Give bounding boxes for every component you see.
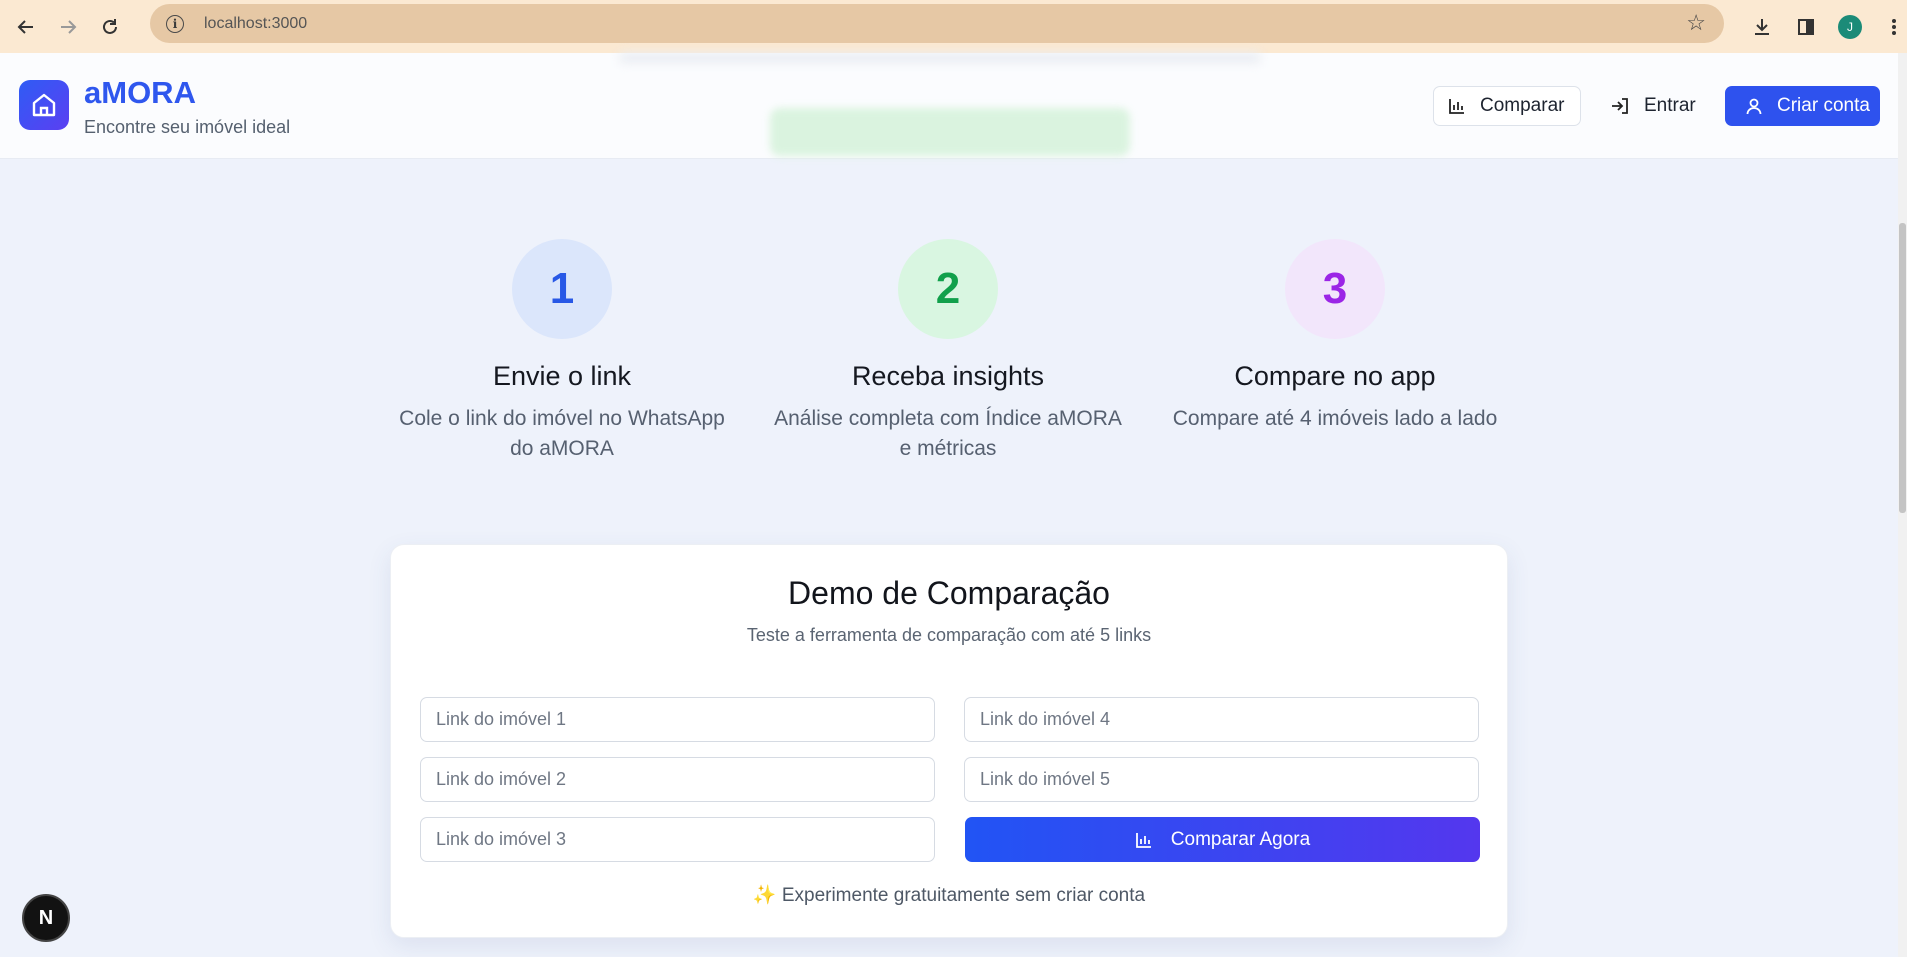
scrollbar-thumb[interactable]: [1899, 223, 1906, 513]
profile-avatar[interactable]: J: [1828, 9, 1872, 45]
step-title: Envie o link: [492, 361, 632, 391]
comparison-demo-card: Demo de Comparação Teste a ferramenta de…: [390, 544, 1508, 938]
bar-chart-icon: [1135, 832, 1151, 848]
signup-button-label: Criar conta: [1777, 95, 1870, 116]
page-scrollbar[interactable]: [1898, 53, 1907, 957]
property-link-input-2[interactable]: [420, 757, 935, 802]
step-description: Análise completa com Índice aMORA e métr…: [774, 407, 1122, 460]
download-icon[interactable]: [1740, 9, 1784, 45]
compare-now-button[interactable]: Comparar Agora: [965, 817, 1480, 862]
forward-arrow-icon[interactable]: [50, 9, 86, 45]
compare-button[interactable]: Comparar: [1433, 86, 1581, 126]
blurred-background-button: [770, 108, 1130, 156]
step-1: 1 Envie o link Cole o link do imóvel no …: [372, 239, 752, 464]
demo-title: Demo de Comparação: [788, 575, 1110, 611]
signup-button[interactable]: Criar conta: [1725, 86, 1880, 126]
brand-name[interactable]: aMORA: [84, 75, 196, 111]
browser-toolbar: i localhost:3000 ☆ J: [0, 0, 1907, 53]
step-number-badge: 2: [898, 239, 998, 339]
step-2: 2 Receba insights Análise completa com Í…: [758, 239, 1138, 464]
demo-subtitle: Teste a ferramenta de comparação com até…: [746, 625, 1152, 645]
url-text: localhost:3000: [204, 14, 308, 32]
home-logo-icon[interactable]: [19, 80, 69, 130]
bar-chart-icon: [1449, 99, 1464, 114]
site-info-icon[interactable]: i: [166, 14, 184, 33]
property-link-input-3[interactable]: [420, 817, 935, 862]
step-3: 3 Compare no app Compare até 4 imóveis l…: [1145, 239, 1525, 434]
address-bar[interactable]: i localhost:3000 ☆: [150, 4, 1724, 43]
property-link-input-5[interactable]: [964, 757, 1479, 802]
side-panel-icon[interactable]: [1784, 9, 1828, 45]
app-header: aMORA Encontre seu imóvel ideal Comparar…: [0, 53, 1898, 159]
property-link-input-1[interactable]: [420, 697, 935, 742]
login-button[interactable]: Entrar: [1610, 86, 1710, 126]
free-trial-note: ✨ Experimente gratuitamente sem criar co…: [752, 885, 1146, 906]
step-description: Compare até 4 imóveis lado a lado: [1172, 407, 1498, 430]
next-dev-badge[interactable]: N: [22, 894, 70, 942]
bookmark-star-icon[interactable]: ☆: [1686, 10, 1706, 36]
login-icon: [1612, 98, 1628, 114]
back-arrow-icon[interactable]: [8, 9, 44, 45]
step-number-badge: 3: [1285, 239, 1385, 339]
kebab-menu-icon[interactable]: [1872, 9, 1907, 45]
avatar: J: [1838, 15, 1862, 39]
brand-tagline: Encontre seu imóvel ideal: [84, 117, 291, 137]
user-icon: [1746, 98, 1762, 115]
compare-now-label: Comparar Agora: [1170, 828, 1311, 850]
compare-button-label: Comparar: [1480, 95, 1565, 116]
step-description: Cole o link do imóvel no WhatsApp do aMO…: [399, 407, 725, 460]
step-title: Compare no app: [1234, 361, 1436, 391]
property-link-input-4[interactable]: [964, 697, 1479, 742]
step-title: Receba insights: [851, 361, 1045, 391]
blurred-background-content: [620, 53, 1260, 63]
login-button-label: Entrar: [1644, 95, 1696, 116]
step-number-badge: 1: [512, 239, 612, 339]
reload-icon[interactable]: [92, 9, 128, 45]
